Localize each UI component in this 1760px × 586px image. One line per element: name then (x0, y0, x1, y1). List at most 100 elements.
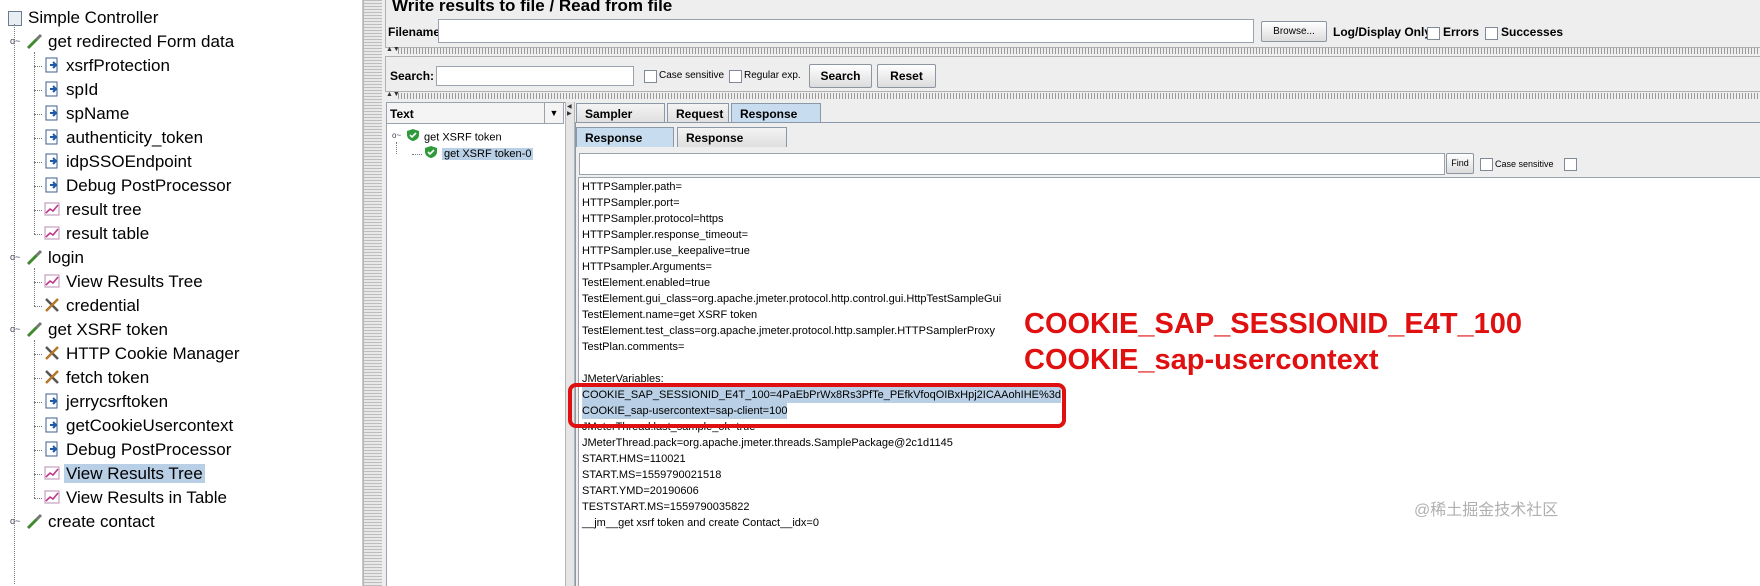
tree-node-label: xsrfProtection (66, 56, 170, 75)
browse-button[interactable]: Browse... (1261, 21, 1327, 42)
tree-node-label: create contact (48, 512, 155, 531)
expand-toggle-icon[interactable]: o~ (10, 324, 20, 334)
regex-checkbox[interactable] (729, 70, 742, 83)
tree-guide-line (396, 142, 397, 154)
tab-sampler-result[interactable]: Sampler result (576, 103, 665, 141)
tree-node[interactable]: authenticity_token (44, 126, 205, 150)
tree-node-label: View Results Tree (64, 464, 205, 483)
tree-guide-line (412, 154, 422, 155)
tree-node[interactable]: fetch token (44, 366, 151, 390)
regex-label: Regular exp. (744, 70, 801, 81)
tree-node[interactable]: View Results Tree (44, 270, 205, 294)
tree-guide-line (34, 90, 42, 91)
tree-node[interactable]: Debug PostProcessor (44, 174, 233, 198)
divider (398, 48, 1760, 54)
tree-guide-line (34, 66, 42, 67)
reset-button[interactable]: Reset (877, 64, 936, 88)
tree-node[interactable]: spId (44, 78, 100, 102)
success-shield-icon (406, 128, 420, 147)
tree-node[interactable]: spName (44, 102, 131, 126)
tab-request[interactable]: Request (667, 103, 729, 123)
tree-node-label: login (48, 248, 84, 267)
response-line: HTTPSampler.path= (582, 181, 682, 193)
find-button[interactable]: Find (1446, 153, 1474, 174)
subtab-response-body[interactable]: Response Body (576, 127, 674, 165)
response-line: TestElement.gui_class=org.apache.jmeter.… (582, 293, 1002, 305)
search-input[interactable] (436, 66, 634, 86)
tree-node-label: Simple Controller (28, 8, 159, 27)
sampler-pipette-icon (26, 512, 43, 530)
find-regex-checkbox[interactable] (1564, 158, 1577, 171)
postprocessor-icon (44, 80, 60, 98)
results-splitter[interactable]: ◀ ▶ (565, 102, 575, 586)
tree-node-label: spId (66, 80, 99, 99)
find-input[interactable] (579, 153, 1445, 175)
tree-node[interactable]: result tree (44, 198, 144, 222)
filename-input[interactable] (438, 19, 1254, 43)
split-pane-divider[interactable] (363, 0, 383, 586)
tree-node[interactable]: create contact (26, 510, 157, 534)
response-line: HTTPSampler.use_keepalive=true (582, 245, 750, 257)
tree-node[interactable]: View Results in Table (44, 486, 229, 510)
tree-node-label: Debug PostProcessor (66, 176, 232, 195)
listener-graph-icon (44, 464, 60, 482)
expand-toggle-icon[interactable]: o~ (10, 516, 20, 526)
tree-node[interactable]: result table (44, 222, 151, 246)
tree-node[interactable]: xsrfProtection (44, 54, 172, 78)
tree-node[interactable]: login (26, 246, 86, 270)
tree-node-label: getCookieUsercontext (66, 416, 234, 435)
test-plan-tree[interactable]: Simple Controller o~ get redirected Form d… (0, 0, 363, 586)
tab-response-data[interactable]: Response data (731, 103, 821, 141)
errors-checkbox[interactable] (1427, 27, 1440, 40)
cookie-highlight-box (568, 383, 1066, 428)
result-node[interactable]: get XSRF token (406, 128, 502, 144)
renderer-select[interactable]: Text ▼ (386, 102, 564, 124)
response-line: HTTPSampler.port= (582, 197, 680, 209)
tree-node-label: HTTP Cookie Manager (66, 344, 240, 363)
expand-toggle-icon[interactable]: o~ (10, 252, 20, 262)
tree-node[interactable]: getCookieUsercontext (44, 414, 235, 438)
find-case-sensitive-label: Case sensitive (1495, 159, 1554, 169)
tree-guide-line (34, 210, 42, 211)
tree-node-label: Debug PostProcessor (66, 440, 232, 459)
expand-toggle-icon[interactable]: o~ (392, 131, 401, 140)
search-button[interactable]: Search (809, 64, 872, 88)
tree-node[interactable]: credential (44, 294, 142, 318)
filename-label: Filename (388, 25, 441, 39)
subtab-response-headers[interactable]: Response headers (677, 127, 787, 165)
tree-node[interactable]: jerrycsrftoken (44, 390, 170, 414)
expand-toggle-icon[interactable]: o~ (10, 36, 20, 46)
config-tools-icon (44, 296, 60, 314)
result-node-selected[interactable]: get XSRF token-0 (424, 145, 534, 161)
results-list-panel (386, 102, 566, 586)
tree-node-label: jerrycsrftoken (66, 392, 169, 411)
tree-node[interactable]: Debug PostProcessor (44, 438, 233, 462)
case-sensitive-checkbox[interactable] (644, 70, 657, 83)
find-case-sensitive-checkbox[interactable] (1480, 158, 1493, 171)
response-line: START.MS=1559790021518 (582, 469, 722, 481)
errors-label: Errors (1443, 25, 1480, 39)
divider (398, 93, 1760, 99)
tree-node[interactable]: HTTP Cookie Manager (44, 342, 242, 366)
tree-guide-line (14, 24, 15, 584)
response-line: TestPlan.comments= (582, 341, 685, 353)
postprocessor-icon (44, 104, 60, 122)
tree-node-label: result tree (66, 200, 142, 219)
response-line: TestElement.enabled=true (582, 277, 711, 289)
response-body-text[interactable]: HTTPSampler.path= HTTPSampler.port= HTTPSa… (578, 177, 1760, 586)
tree-node[interactable]: get redirected Form data (26, 30, 236, 54)
tree-node-simple-controller[interactable]: Simple Controller (26, 6, 160, 30)
tree-guide-line (34, 378, 42, 379)
response-line: TestElement.name=get XSRF token (582, 309, 758, 321)
view-results-tree-panel: Write results to file / Read from file F… (382, 0, 1760, 586)
tree-node[interactable]: idpSSOEndpoint (44, 150, 194, 174)
tree-node-label: get redirected Form data (48, 32, 235, 51)
postprocessor-icon (44, 152, 60, 170)
result-node-label: get XSRF token-0 (442, 148, 534, 161)
config-tools-icon (44, 368, 60, 386)
tree-node[interactable]: get XSRF token (26, 318, 170, 342)
successes-checkbox[interactable] (1485, 27, 1498, 40)
listener-graph-icon (44, 488, 60, 506)
tree-node-label: get XSRF token (48, 320, 169, 339)
tree-node-selected[interactable]: View Results Tree (44, 462, 205, 486)
